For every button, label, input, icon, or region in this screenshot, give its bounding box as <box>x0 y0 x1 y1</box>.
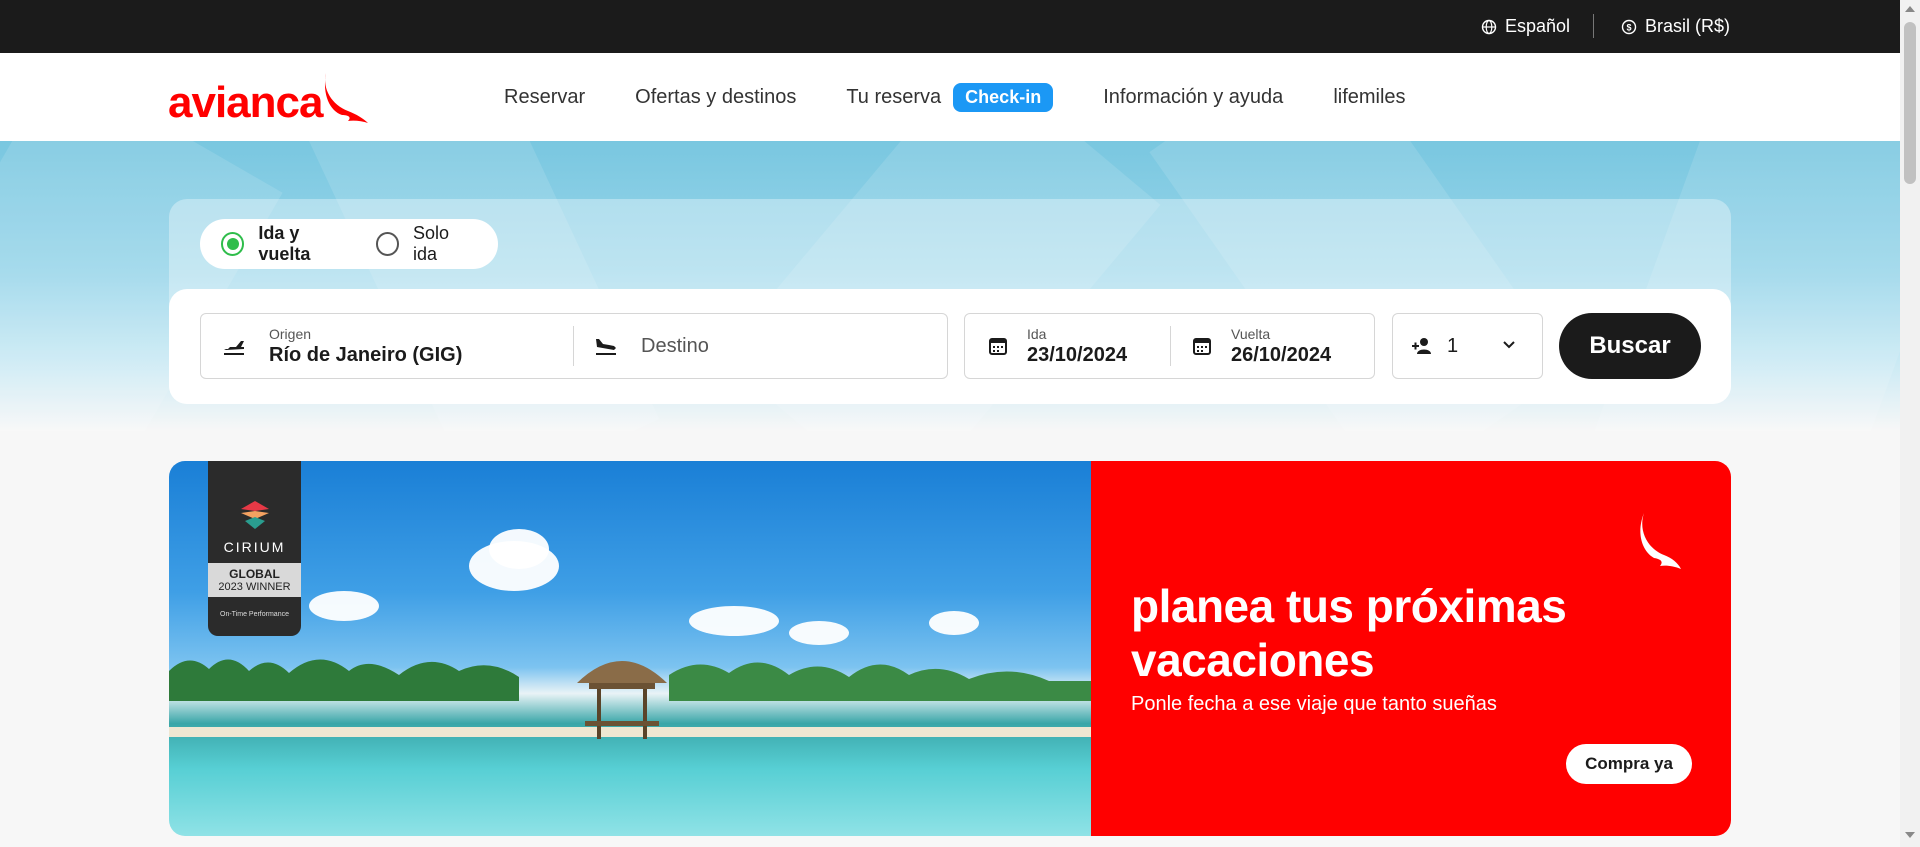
cirium-performance: On-Time Performance <box>220 611 289 618</box>
checkin-badge[interactable]: Check-in <box>953 83 1054 112</box>
one-way-option[interactable]: Solo ida <box>375 223 476 265</box>
cirium-brand: CIRIUM <box>223 539 286 555</box>
one-way-label: Solo ida <box>412 223 449 264</box>
departure-value: 23/10/2024 <box>1027 343 1128 366</box>
hut-icon <box>577 661 667 739</box>
nav-informacion[interactable]: Información y ayuda <box>1103 86 1283 109</box>
avianca-bird-icon <box>1640 513 1681 569</box>
language-selector[interactable]: Español <box>1481 16 1570 37</box>
avianca-logo[interactable]: avianca <box>168 71 370 125</box>
beach-photo: CIRIUM GLOBAL 2023 WINNER On-Time Perfor… <box>169 461 1091 836</box>
cirium-award-badge: CIRIUM GLOBAL 2023 WINNER On-Time Perfor… <box>208 461 301 636</box>
nav-lifemiles[interactable]: lifemiles <box>1333 86 1405 109</box>
currency-icon: $ <box>1621 19 1637 34</box>
nav-tu-reserva-label: Tu reserva <box>846 86 942 108</box>
topbar-divider <box>1593 14 1594 38</box>
passengers-count: 1 <box>1447 334 1459 357</box>
scroll-up-arrow-icon[interactable] <box>1905 6 1915 12</box>
round-trip-option[interactable]: Ida y vuelta <box>221 223 354 265</box>
destination-field[interactable]: Destino <box>591 314 931 378</box>
promo-title: planea tus próximas vacaciones <box>1131 580 1567 686</box>
plane-takeoff-icon <box>219 335 249 357</box>
departure-date-field[interactable]: Ida 23/10/2024 <box>983 314 1163 378</box>
add-person-icon <box>1411 337 1435 355</box>
flight-search-widget: Ida y vuelta Solo ida Origen Río de Jane… <box>169 199 1731 404</box>
origin-value: Río de Janeiro (GIG) <box>269 343 463 366</box>
country-label: Brasil (R$) <box>1644 16 1730 36</box>
page-scrollbar[interactable] <box>1900 0 1920 847</box>
bird-logo-icon <box>325 73 369 123</box>
od-divider <box>573 326 574 366</box>
chevron-down-icon <box>1502 337 1516 355</box>
origin-label: Origen <box>269 325 312 342</box>
promo-subtitle: Ponle fecha a ese viaje que tanto sueñas <box>1131 693 1497 715</box>
destination-placeholder: Destino <box>641 334 709 357</box>
search-button[interactable]: Buscar <box>1559 313 1701 379</box>
trip-type-selector: Ida y vuelta Solo ida <box>200 219 498 269</box>
language-label: Español <box>1504 16 1570 36</box>
nav-ofertas[interactable]: Ofertas y destinos <box>635 86 796 109</box>
departure-label: Ida <box>1027 325 1047 342</box>
return-label: Vuelta <box>1231 325 1271 342</box>
calendar-icon <box>983 336 1013 356</box>
promo-panel: planea tus próximas vacaciones Ponle fec… <box>1091 461 1731 836</box>
return-value: 26/10/2024 <box>1231 343 1332 366</box>
scroll-down-arrow-icon[interactable] <box>1905 832 1915 838</box>
dates-divider <box>1170 326 1171 366</box>
logo-text: avianca <box>168 78 323 127</box>
main-nav: Reservar Ofertas y destinos Tu reserva C… <box>504 83 1456 112</box>
one-way-radio[interactable] <box>375 232 399 256</box>
passengers-selector[interactable]: 1 <box>1392 313 1543 379</box>
buy-now-button[interactable]: Compra ya <box>1566 744 1692 784</box>
nav-reservar[interactable]: Reservar <box>504 86 585 109</box>
passengers-field: 1 <box>1411 314 1531 378</box>
return-date-field[interactable]: Vuelta 26/10/2024 <box>1187 314 1367 378</box>
svg-text:$: $ <box>1626 22 1631 32</box>
search-panel: Origen Río de Janeiro (GIG) Destino Ida … <box>169 289 1731 404</box>
origin-field[interactable]: Origen Río de Janeiro (GIG) <box>219 314 569 378</box>
globe-icon <box>1481 19 1497 34</box>
country-selector[interactable]: $ Brasil (R$) <box>1621 16 1730 37</box>
main-header: avianca Reservar Ofertas y destinos Tu r… <box>0 53 1900 141</box>
scrollbar-thumb[interactable] <box>1904 22 1916 184</box>
cirium-logo-icon <box>241 501 269 529</box>
round-trip-radio[interactable] <box>221 232 245 256</box>
promo-banner[interactable]: CIRIUM GLOBAL 2023 WINNER On-Time Perfor… <box>169 461 1731 836</box>
cirium-winner-label: GLOBAL 2023 WINNER <box>208 563 301 597</box>
dates-box: Ida 23/10/2024 Vuelta 26/10/2024 <box>964 313 1375 379</box>
nav-tu-reserva[interactable]: Tu reserva Check-in <box>846 83 1054 112</box>
calendar-icon <box>1187 336 1217 356</box>
origin-destination-box: Origen Río de Janeiro (GIG) Destino <box>200 313 948 379</box>
round-trip-label: Ida y vuelta <box>258 223 311 264</box>
plane-landing-icon <box>591 335 621 357</box>
top-bar: Español $ Brasil (R$) <box>0 0 1900 53</box>
